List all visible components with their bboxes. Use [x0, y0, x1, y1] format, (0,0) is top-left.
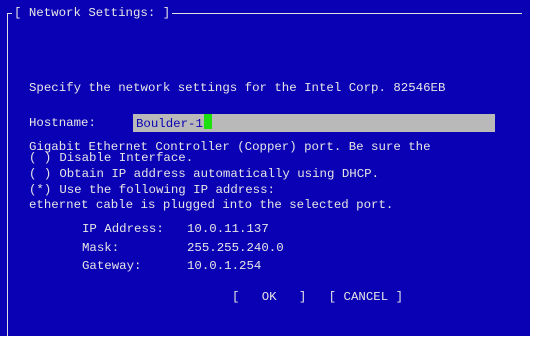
gateway-row[interactable]: Gateway: 10.0.1.254 — [82, 257, 284, 276]
radio-marker: (*) — [29, 183, 52, 197]
option-label: Obtain IP address automatically using DH… — [59, 167, 380, 181]
hostname-input[interactable]: Boulder-1 — [133, 114, 495, 132]
gateway-label: Gateway: — [82, 259, 142, 273]
ok-button[interactable]: [ OK ] — [232, 290, 306, 304]
gateway-value[interactable]: 10.0.1.254 — [187, 259, 261, 273]
option-static-ip[interactable]: (*) Use the following IP address: — [29, 182, 379, 198]
mask-label: Mask: — [82, 240, 120, 255]
hostname-label: Hostname: — [29, 116, 96, 130]
mask-row[interactable]: Mask: 255.255.240.0 — [82, 239, 284, 258]
ip-address-label: IP Address: — [82, 222, 164, 236]
option-disable-interface[interactable]: ( ) Disable Interface. — [29, 150, 379, 166]
description-line: Specify the network settings for the Int… — [29, 81, 446, 95]
text-cursor — [203, 114, 212, 129]
option-label: Use the following IP address: — [59, 183, 275, 197]
interface-options: ( ) Disable Interface. ( ) Obtain IP addre… — [29, 150, 379, 198]
dialog-frame-left — [7, 13, 8, 336]
description-line: ethernet cable is plugged into the selec… — [29, 198, 394, 212]
dialog-buttons: [ OK ] [ CANCEL ] — [232, 289, 403, 305]
mask-value[interactable]: 255.255.240.0 — [187, 241, 284, 255]
ip-address-row[interactable]: IP Address: 10.0.11.137 — [82, 220, 284, 239]
ip-address-value[interactable]: 10.0.11.137 — [187, 222, 269, 236]
hostname-value: Boulder-1 — [136, 117, 203, 131]
option-label: Disable Interface. — [59, 151, 194, 165]
cancel-button[interactable]: [ CANCEL ] — [329, 290, 403, 304]
option-dhcp[interactable]: ( ) Obtain IP address automatically using… — [29, 166, 379, 182]
ip-settings: IP Address: 10.0.11.137 Mask: 255.255.240.… — [82, 220, 284, 276]
dialog-title: [ Network Settings: ] — [12, 6, 173, 21]
network-settings-screen: [ Network Settings: ] Specify the networ… — [0, 0, 530, 336]
radio-marker: ( ) — [29, 151, 52, 165]
radio-marker: ( ) — [29, 167, 52, 181]
hostname-value-wrap: Boulder-1 — [136, 114, 212, 133]
